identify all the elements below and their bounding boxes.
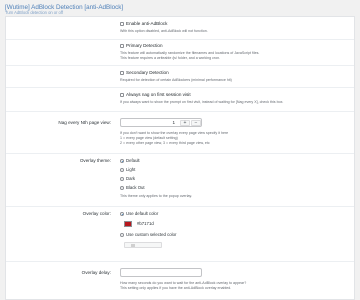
- color-radio-custom[interactable]: [120, 233, 124, 237]
- secondary-checkbox[interactable]: [120, 71, 124, 75]
- enable-label: Enable anti-AdBlock: [126, 21, 168, 26]
- theme-radio-default[interactable]: [120, 159, 124, 163]
- default-color-swatch: [124, 221, 132, 227]
- theme-radio-light[interactable]: [120, 168, 124, 172]
- theme-radio-dark[interactable]: [120, 177, 124, 181]
- primary-checkbox[interactable]: [120, 44, 124, 48]
- primary-label: Primary Detection: [126, 43, 163, 48]
- overlay-theme-label: Overlay theme:: [79, 158, 111, 163]
- nag-every-row: Nag every Nth page view: 1 + − If you do…: [6, 118, 354, 154]
- page-header: [Wutime] AdBlock Detection [anti-AdBlock…: [0, 0, 360, 16]
- overlay-delay-input[interactable]: [120, 268, 202, 277]
- overlay-delay-row: Overlay delay: How many seconds do you w…: [6, 268, 354, 298]
- enable-option-row: Enable anti-AdBlock With this option dis…: [6, 21, 354, 36]
- default-color-display: #b7171d: [6, 221, 354, 229]
- divider: [6, 39, 354, 40]
- secondary-desc: Required for detection of certain AdBloc…: [120, 78, 232, 82]
- nag-desc: If you always want to show the prompt on…: [120, 100, 284, 104]
- theme-option-light[interactable]: Light: [126, 167, 135, 172]
- options-panel: Enable anti-AdBlock With this option dis…: [5, 16, 355, 300]
- divider: [6, 261, 354, 262]
- theme-option-dark[interactable]: Dark: [126, 176, 135, 181]
- custom-color-picker[interactable]: [124, 242, 162, 248]
- nag-every-label: Nag every Nth page view:: [58, 120, 111, 125]
- secondary-label: Secondary Detection: [126, 70, 169, 75]
- secondary-option-row: Secondary Detection Required for detecti…: [6, 70, 354, 85]
- page-subtitle: Turn AdBlock detection on or off: [5, 10, 64, 15]
- nag-option-row: Always nag on first session visit If you…: [6, 92, 354, 107]
- primary-option-row: Primary Detection This feature will auto…: [6, 43, 354, 63]
- overlay-color-label: Overlay color:: [82, 211, 111, 216]
- enable-checkbox[interactable]: [120, 22, 124, 26]
- overlay-color-row: Overlay color: Use default color #b7171d…: [6, 211, 354, 255]
- overlay-theme-desc: This theme only applies to the popup ove…: [120, 194, 193, 198]
- enable-desc: With this option disabled, anti-AdBlock …: [120, 29, 208, 33]
- use-default-color-label[interactable]: Use default color: [126, 211, 158, 216]
- nag-label: Always nag on first session visit: [126, 92, 191, 97]
- overlay-delay-label: Overlay delay:: [81, 270, 111, 275]
- custom-color-swatch: [131, 244, 135, 247]
- theme-radio-black-out[interactable]: [120, 186, 124, 190]
- increment-button[interactable]: +: [180, 120, 190, 126]
- decrement-button[interactable]: −: [191, 120, 201, 126]
- overlay-delay-desc-2: This setting only applies if you have th…: [120, 286, 232, 290]
- color-radio-default[interactable]: [120, 212, 124, 216]
- nag-every-desc-3: 2 = every other page view, 3 = every thi…: [120, 141, 210, 145]
- overlay-theme-row: Overlay theme: Default Light Dark Black …: [6, 158, 354, 208]
- divider: [6, 65, 354, 66]
- nag-every-stepper[interactable]: 1 + −: [120, 118, 202, 127]
- nag-checkbox[interactable]: [120, 93, 124, 97]
- divider: [6, 111, 354, 112]
- divider: [6, 153, 354, 154]
- theme-option-default[interactable]: Default: [126, 158, 140, 163]
- nag-every-value[interactable]: 1: [121, 119, 179, 127]
- primary-desc-2: This feature requires a writeable /js/ f…: [120, 56, 221, 60]
- divider: [6, 206, 354, 207]
- theme-option-black-out[interactable]: Black Out: [126, 185, 145, 190]
- use-custom-color-label[interactable]: Use custom selected color: [126, 232, 176, 237]
- default-color-hex: #b7171d: [137, 221, 154, 226]
- divider: [6, 87, 354, 88]
